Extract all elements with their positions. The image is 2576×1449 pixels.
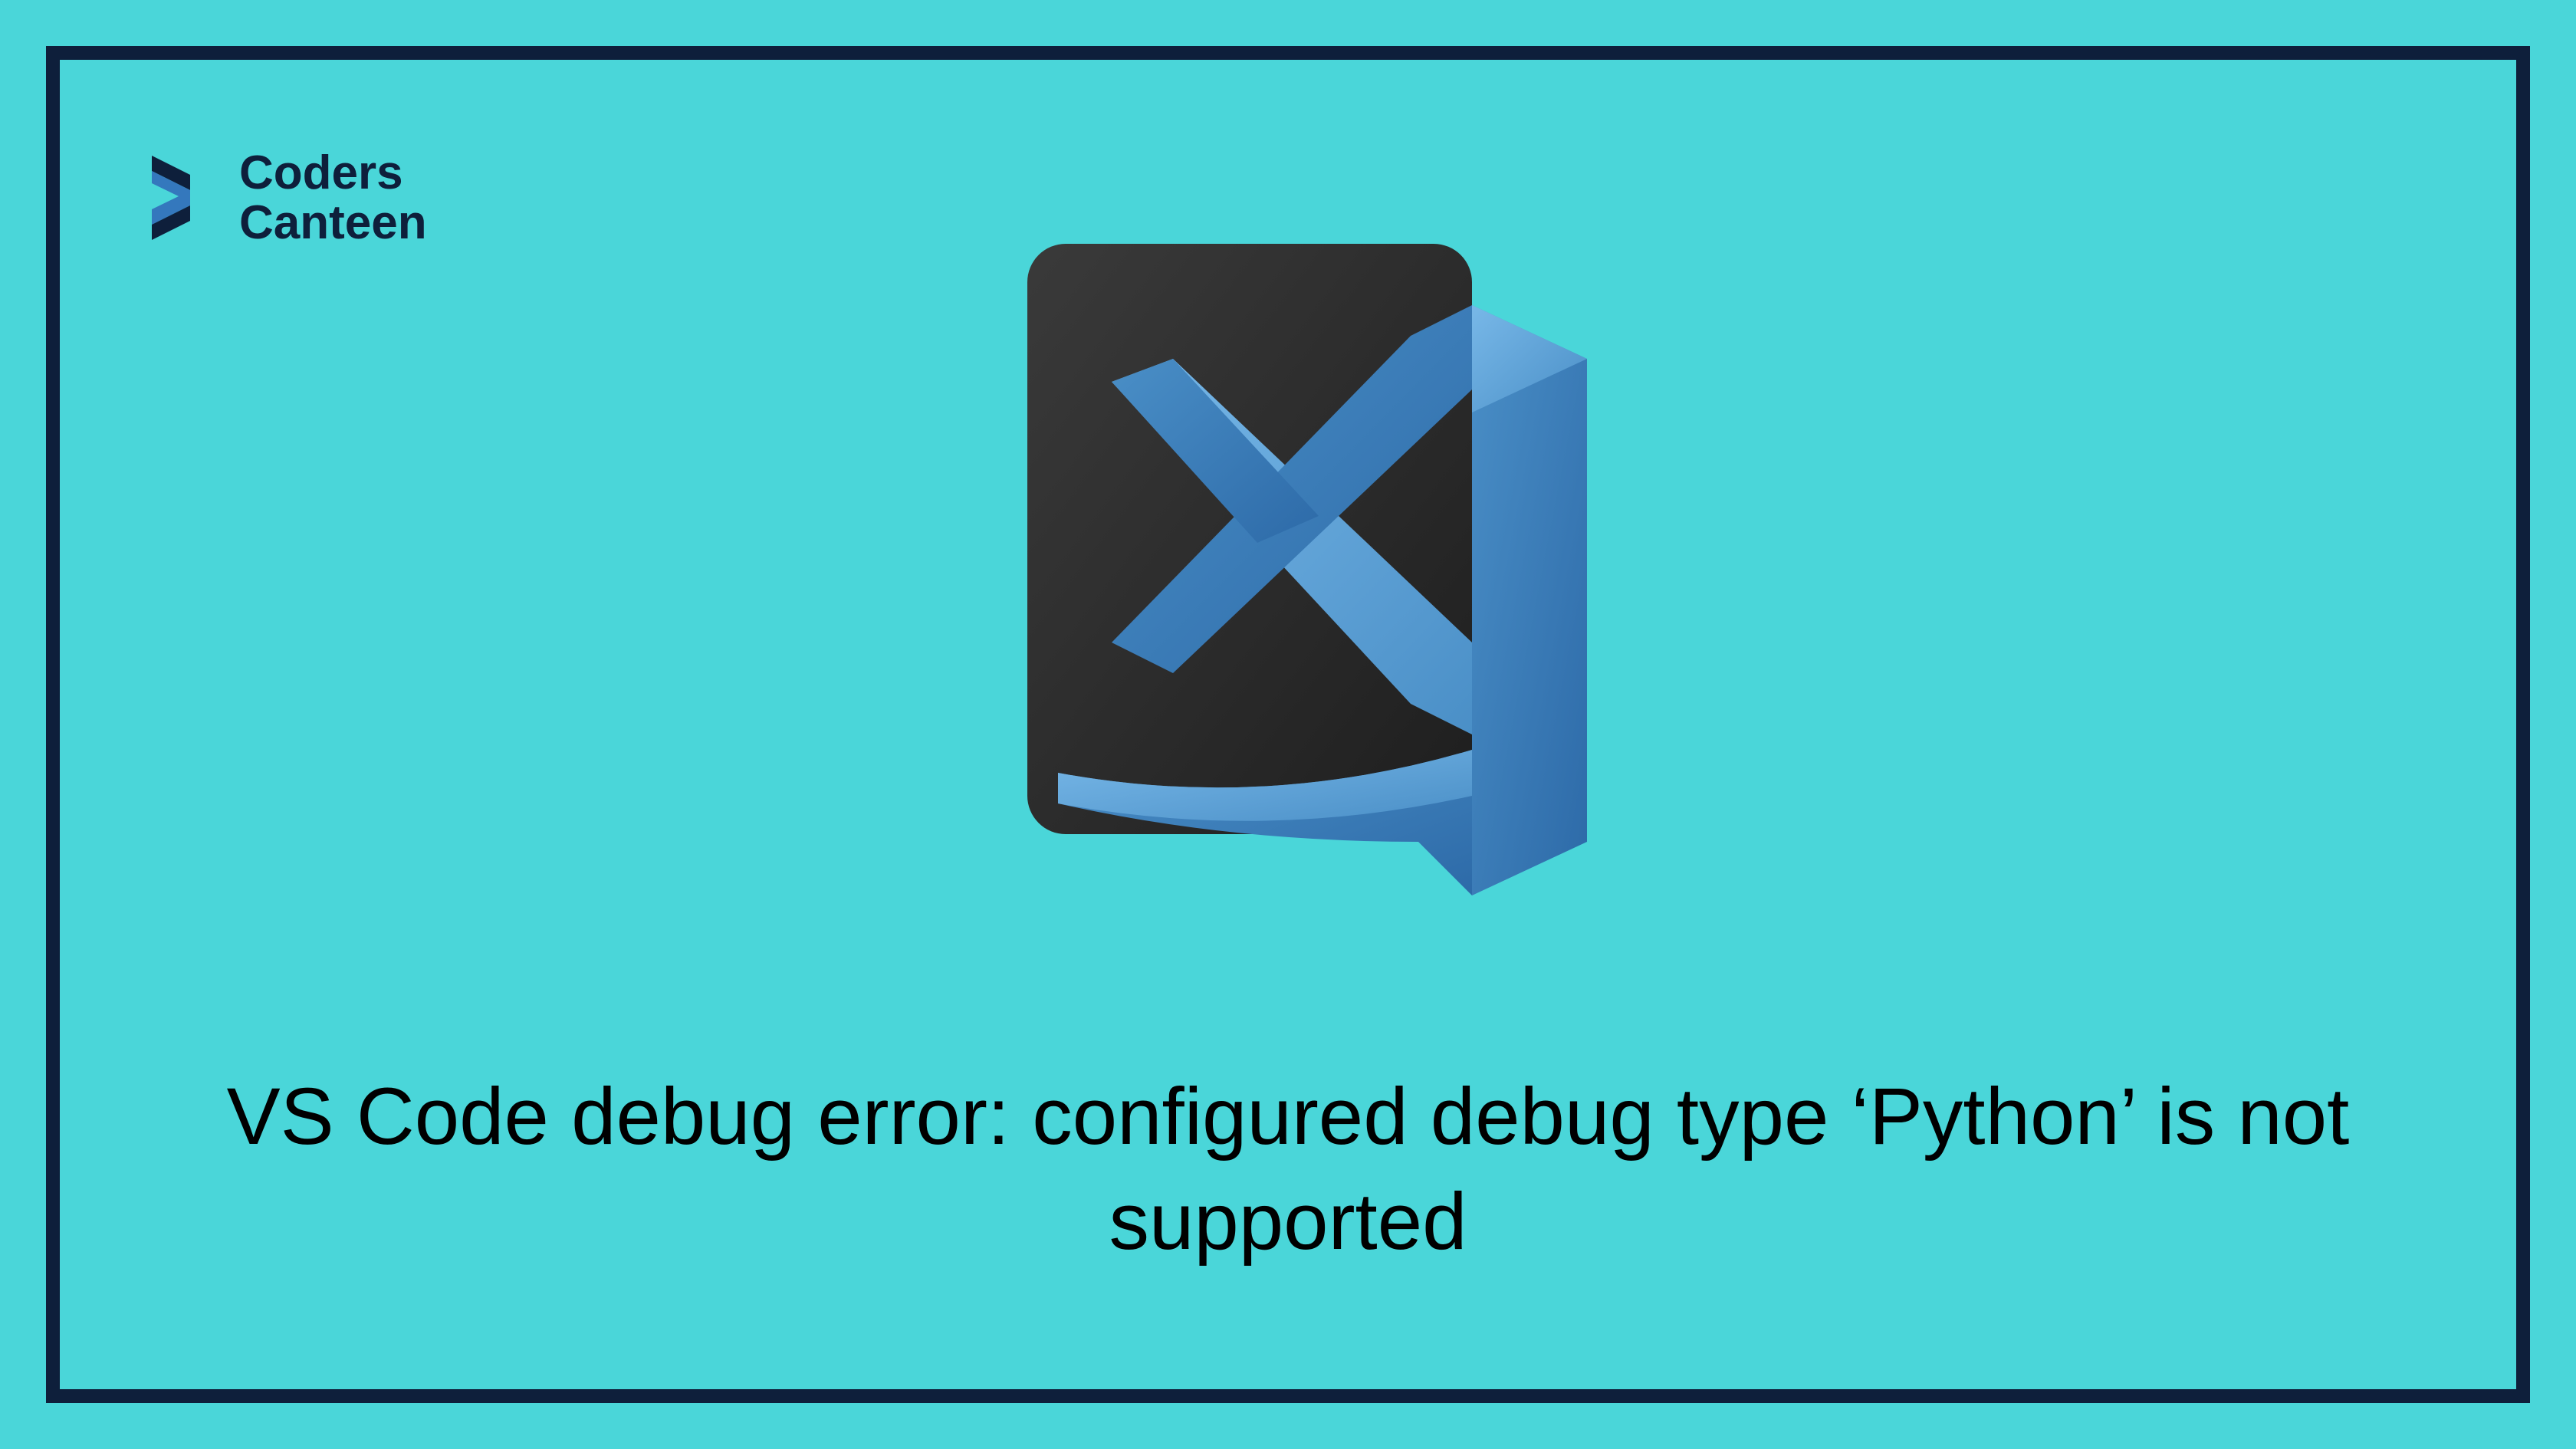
logo-text-line2: Canteen xyxy=(239,198,427,248)
logo-text: Coders Canteen xyxy=(239,148,427,248)
logo: Coders Canteen xyxy=(136,148,427,248)
vscode-icon xyxy=(958,213,1618,903)
banner-frame: Coders Canteen xyxy=(46,46,2530,1403)
banner-title: VS Code debug error: configured debug ty… xyxy=(60,1065,2516,1274)
logo-text-line1: Coders xyxy=(239,148,427,198)
logo-mark-icon xyxy=(136,148,221,248)
